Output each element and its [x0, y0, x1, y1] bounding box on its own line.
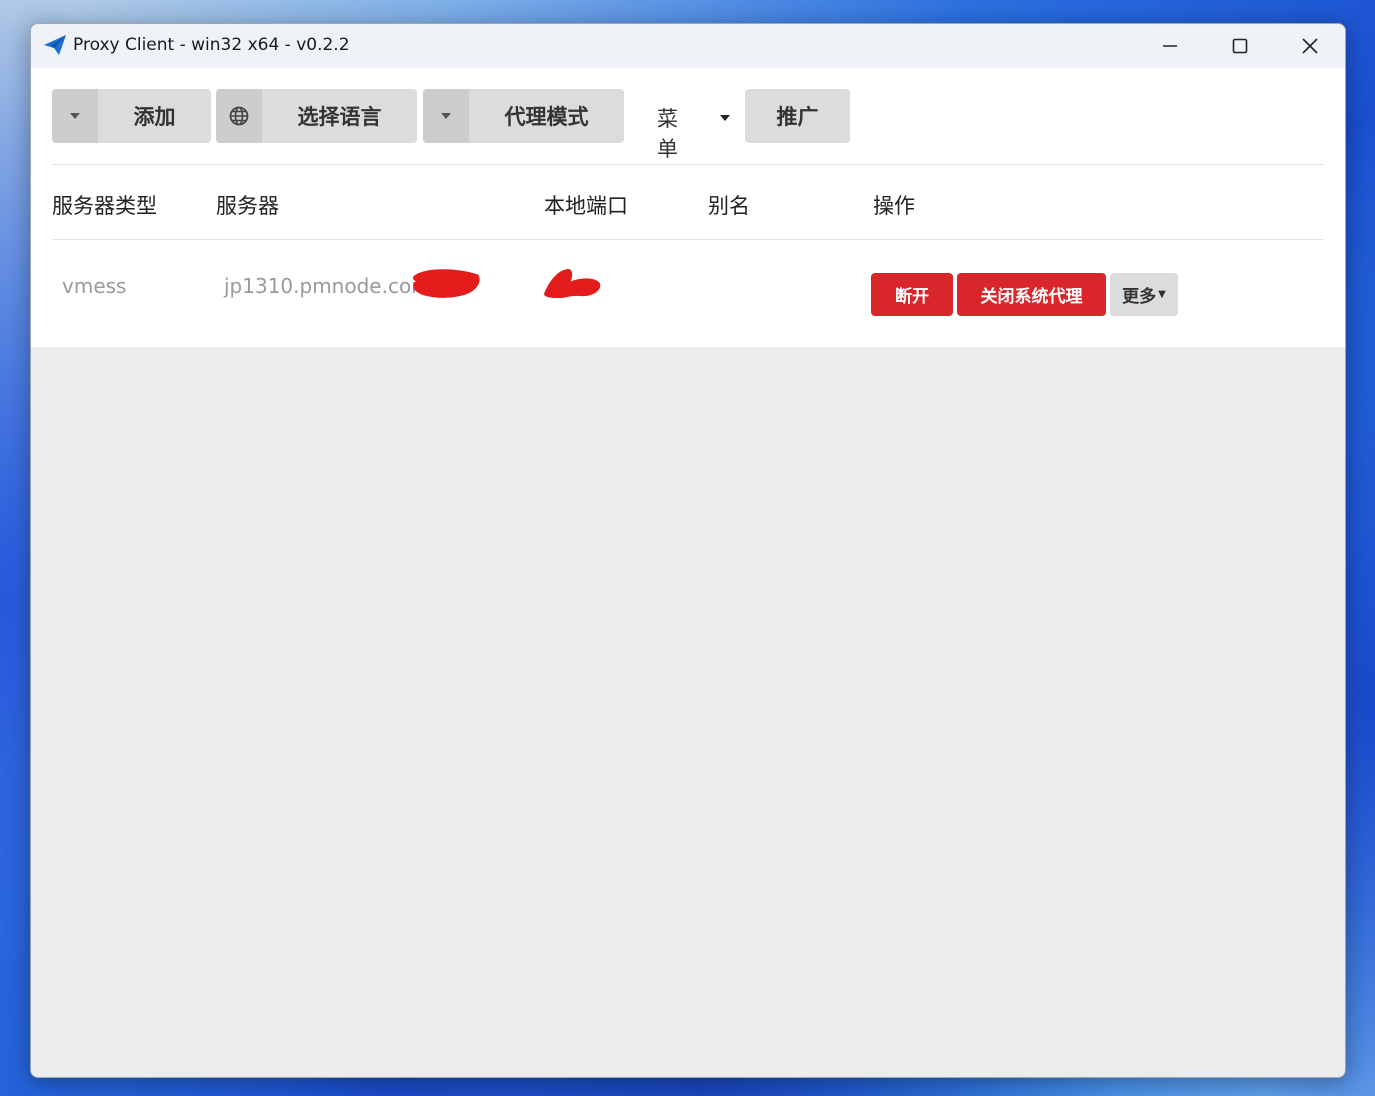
- maximize-button[interactable]: [1205, 24, 1275, 68]
- promote-button[interactable]: 推广: [745, 89, 850, 143]
- minimize-icon: [1163, 45, 1177, 47]
- proxy-mode-dropdown-toggle[interactable]: [423, 89, 469, 143]
- menu-dropdown[interactable]: 菜单: [657, 103, 678, 163]
- divider: [52, 164, 1324, 165]
- caret-down-icon: ▼: [1158, 289, 1166, 300]
- close-system-proxy-button[interactable]: 关闭系统代理: [957, 273, 1106, 316]
- menu-caret-down-icon[interactable]: [719, 114, 731, 122]
- app-window: Proxy Client - win32 x64 - v0.2.2 添加 选择语…: [30, 23, 1346, 1078]
- window-title: Proxy Client - win32 x64 - v0.2.2: [73, 35, 350, 55]
- cell-server: jp1310.pmnode.com: [224, 274, 431, 298]
- language-globe-addon[interactable]: [216, 89, 262, 143]
- proxy-mode-button-group: 代理模式: [423, 89, 624, 143]
- globe-icon: [229, 106, 249, 126]
- close-icon: [1302, 38, 1318, 54]
- redaction-scribble: [544, 269, 601, 298]
- close-button[interactable]: [1275, 24, 1345, 68]
- redaction-scribble: [413, 269, 480, 298]
- caret-down-icon: [441, 113, 451, 119]
- caret-down-icon: [70, 113, 80, 119]
- column-header-alias: 别名: [708, 194, 750, 218]
- more-button[interactable]: 更多 ▼: [1110, 273, 1178, 316]
- cell-server-type: vmess: [62, 274, 127, 298]
- maximize-icon: [1232, 38, 1248, 54]
- add-button[interactable]: 添加: [98, 101, 211, 131]
- column-header-server: 服务器: [216, 194, 279, 218]
- minimize-button[interactable]: [1135, 24, 1205, 68]
- language-button-group: 选择语言: [216, 89, 417, 143]
- more-button-label: 更多: [1122, 287, 1157, 307]
- divider: [52, 239, 1324, 240]
- main-content: 添加 选择语言 代理模式 菜单 推广 服务器类型 服务器 本地端口 别名 操作 …: [31, 68, 1345, 347]
- column-header-local-port: 本地端口: [544, 194, 628, 218]
- column-header-server-type: 服务器类型: [52, 194, 157, 218]
- select-language-button[interactable]: 选择语言: [262, 101, 417, 131]
- column-header-actions: 操作: [873, 194, 915, 218]
- add-dropdown-toggle[interactable]: [52, 89, 98, 143]
- add-button-group: 添加: [52, 89, 211, 143]
- disconnect-button[interactable]: 断开: [871, 273, 953, 316]
- paper-plane-icon: [44, 35, 66, 55]
- title-bar[interactable]: Proxy Client - win32 x64 - v0.2.2: [31, 24, 1345, 68]
- proxy-mode-button[interactable]: 代理模式: [469, 101, 624, 131]
